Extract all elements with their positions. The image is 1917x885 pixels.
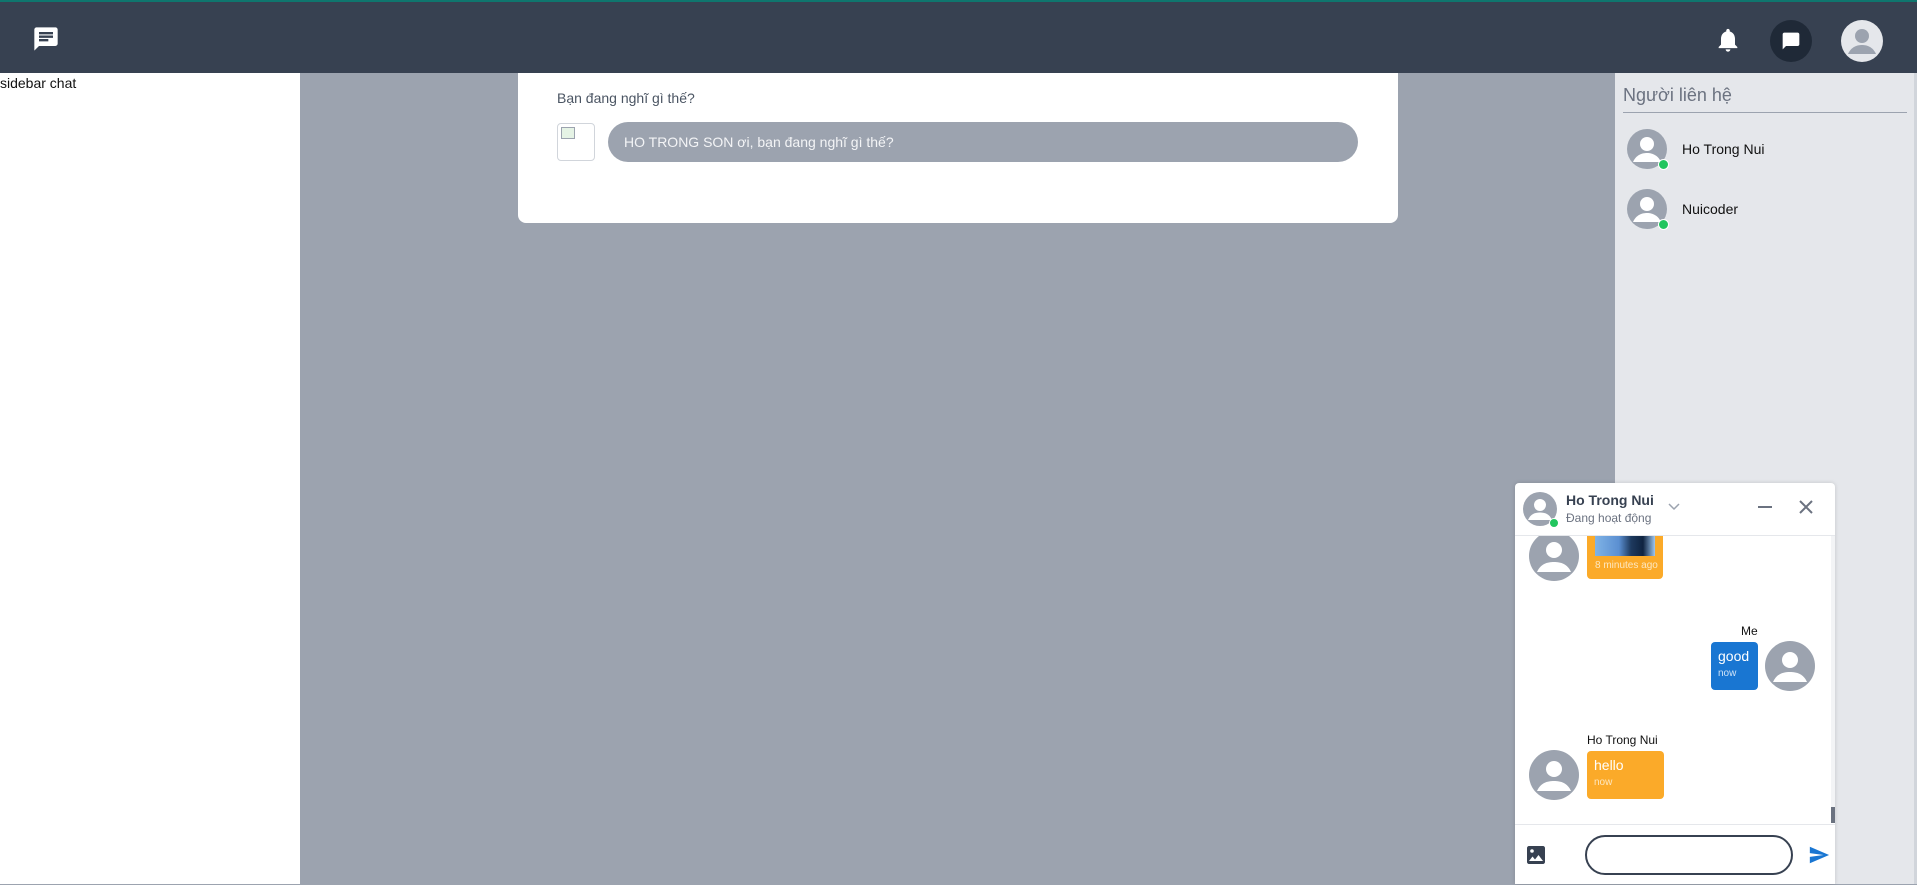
- chat-header: Ho Trong Nui Đang hoạt động: [1515, 483, 1835, 536]
- message-sender: Ho Trong Nui: [1587, 733, 1658, 747]
- contacts-title: Người liên hệ: [1623, 85, 1907, 113]
- online-indicator: [1658, 219, 1669, 230]
- chat-window: Ho Trong Nui Đang hoạt động 8 minutes ag…: [1515, 483, 1835, 884]
- chat-contact-name: Ho Trong Nui: [1566, 492, 1654, 508]
- online-indicator: [1549, 518, 1559, 528]
- chat-footer: [1515, 824, 1835, 885]
- chat-lines-icon[interactable]: [32, 25, 60, 53]
- contact-name: Ho Trong Nui: [1682, 141, 1765, 157]
- contact-name: Nuicoder: [1682, 201, 1739, 217]
- message-image[interactable]: [1595, 536, 1655, 556]
- contact-item[interactable]: Nuicoder: [1627, 189, 1887, 233]
- message-time: now: [1594, 777, 1613, 788]
- bell-icon[interactable]: [1714, 26, 1742, 54]
- message-time: now: [1718, 668, 1737, 679]
- minimize-icon[interactable]: [1755, 497, 1775, 517]
- user-avatar-icon[interactable]: [1841, 20, 1883, 62]
- chevron-down-icon[interactable]: [1667, 499, 1681, 513]
- chat-scrollbar-thumb[interactable]: [1831, 807, 1835, 823]
- left-sidebar: sidebar chat: [0, 73, 300, 884]
- message-bubble: good now: [1711, 642, 1758, 690]
- send-icon[interactable]: [1808, 844, 1830, 866]
- message-text: hello: [1594, 757, 1624, 773]
- sidebar-label: sidebar chat: [0, 75, 77, 91]
- message-bubble: 8 minutes ago: [1587, 536, 1663, 579]
- chat-scrollbar[interactable]: [1831, 536, 1835, 823]
- avatar: [1529, 536, 1579, 581]
- message-bubble: hello now: [1587, 751, 1664, 799]
- avatar: [1529, 750, 1579, 800]
- post-input[interactable]: HO TRONG SON ơi, bạn đang nghĩ gì thế?: [608, 122, 1358, 162]
- top-navbar: [0, 0, 1917, 73]
- post-question: Bạn đang nghĩ gì thế?: [557, 90, 695, 106]
- message-input[interactable]: [1585, 835, 1793, 875]
- message-time: 8 minutes ago: [1595, 560, 1658, 571]
- main-feed: Bạn đang nghĩ gì thế? HO TRONG SON ơi, b…: [300, 73, 1615, 884]
- message-icon[interactable]: [1770, 20, 1812, 62]
- create-post-card: Bạn đang nghĩ gì thế? HO TRONG SON ơi, b…: [518, 73, 1398, 223]
- message-sender: Me: [1741, 624, 1758, 638]
- avatar: [1765, 641, 1815, 691]
- message-text: good: [1718, 648, 1750, 664]
- close-icon[interactable]: [1796, 497, 1816, 517]
- image-icon[interactable]: [1523, 843, 1549, 867]
- chat-contact-status: Đang hoạt động: [1566, 511, 1652, 525]
- online-indicator: [1658, 159, 1669, 170]
- chat-messages[interactable]: 8 minutes ago Me good now Ho Trong Nui h…: [1515, 536, 1831, 823]
- contact-item[interactable]: Ho Trong Nui: [1627, 129, 1887, 173]
- broken-image-icon: [557, 123, 595, 161]
